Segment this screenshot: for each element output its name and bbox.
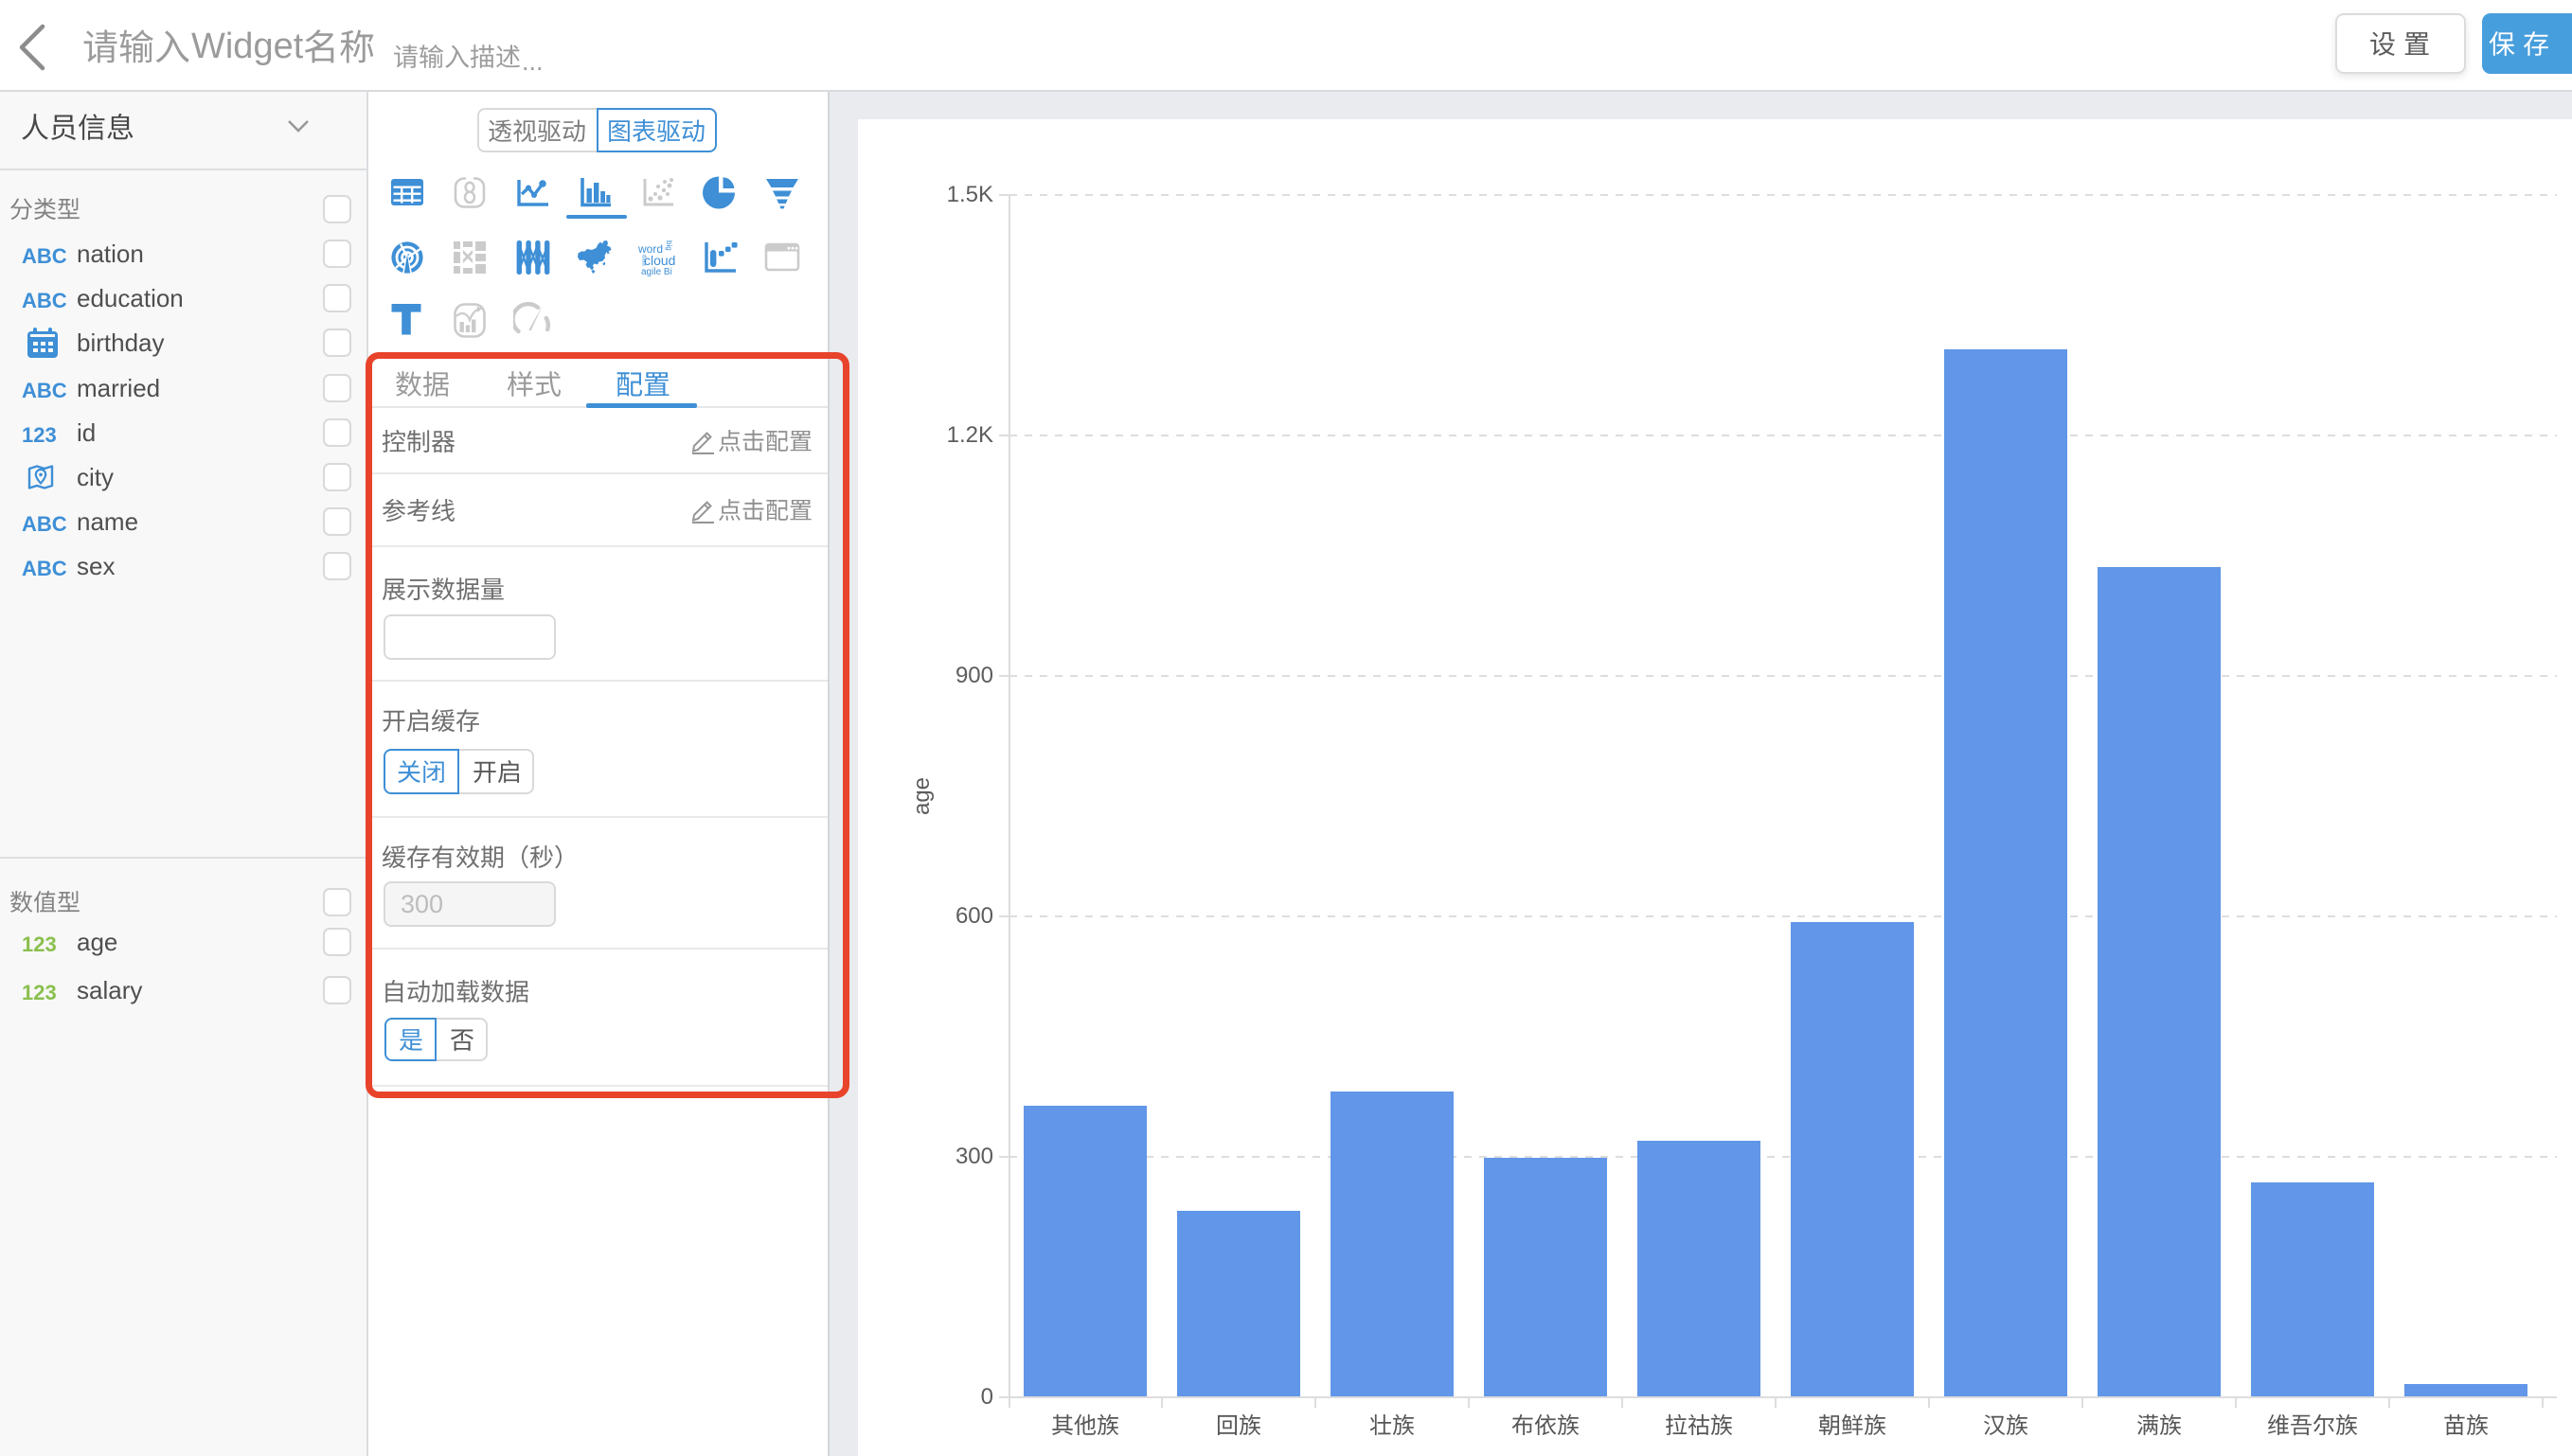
svg-text:big: big [665, 240, 673, 251]
svg-text:data: data [640, 255, 646, 266]
svg-text:agile Bi: agile Bi [641, 267, 672, 276]
svg-text:cloud: cloud [644, 253, 675, 268]
